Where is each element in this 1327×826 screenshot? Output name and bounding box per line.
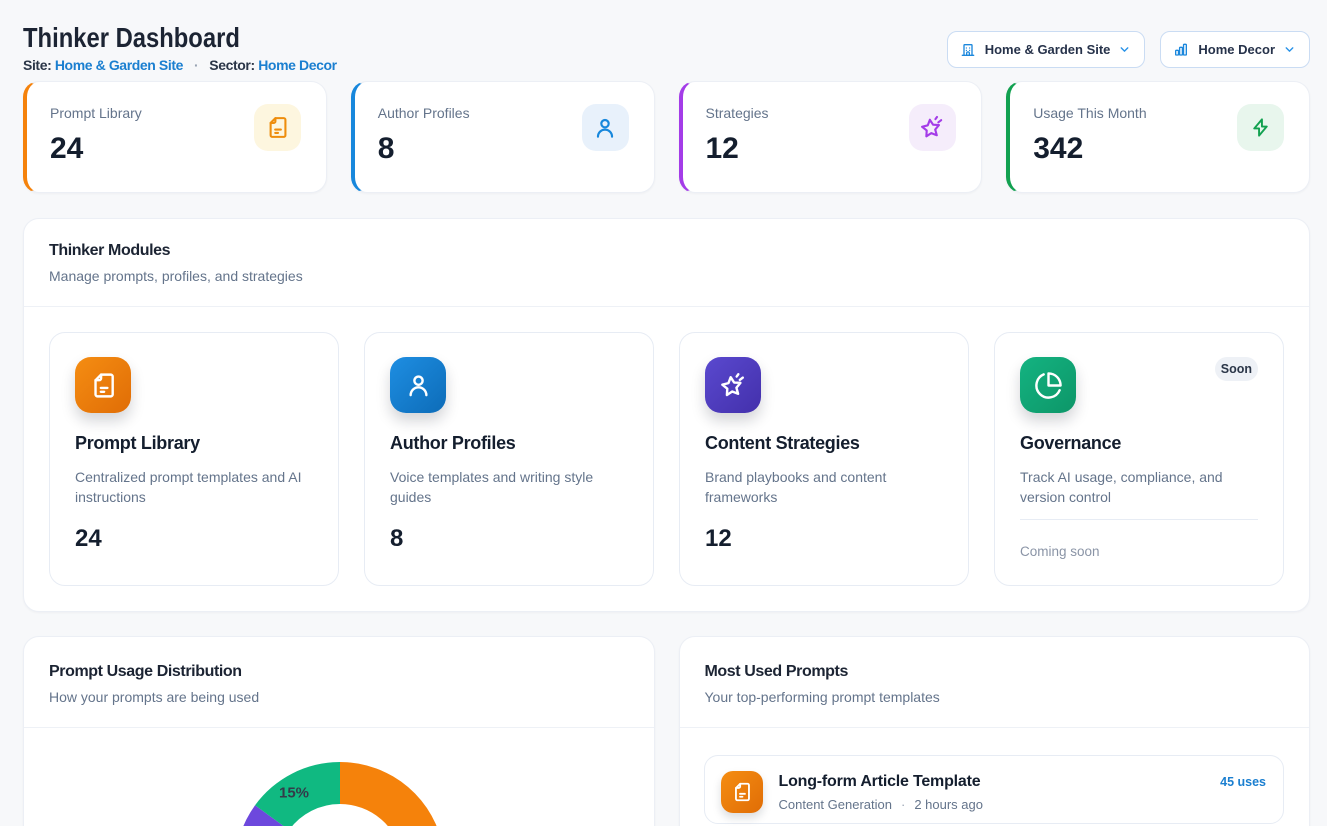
svg-text:15%: 15% [279,785,309,802]
